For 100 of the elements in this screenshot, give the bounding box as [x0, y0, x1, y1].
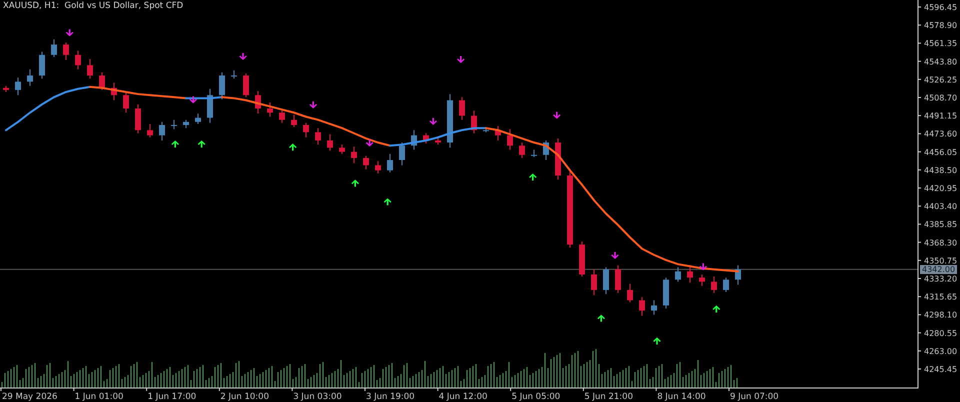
candlestick [507, 128, 513, 150]
candlestick [435, 136, 441, 146]
down-arrow-icon [699, 263, 707, 270]
price-axis-label: 4543.80 [924, 57, 958, 66]
candlestick [579, 241, 585, 278]
candlestick [651, 300, 657, 316]
candlestick [447, 94, 453, 148]
candlestick [735, 264, 741, 286]
candlestick [135, 104, 141, 134]
candlestick [363, 155, 369, 170]
candlestick [279, 109, 285, 124]
candlestick [231, 70, 237, 80]
up-arrow-icon [171, 140, 179, 148]
candlestick [3, 85, 9, 92]
candlestick [519, 142, 525, 158]
price-axis-label: 4420.95 [924, 184, 958, 193]
candlestick [339, 144, 345, 154]
candlestick [411, 130, 417, 150]
down-arrow-icon [366, 140, 374, 147]
candlestick [483, 128, 489, 133]
candlestick [399, 142, 405, 166]
candlestick [495, 126, 501, 141]
down-arrow-icon [309, 101, 317, 108]
current-price-tag: 4342.00 [920, 264, 958, 274]
up-arrow-icon [384, 198, 392, 206]
up-arrow-icon [712, 305, 720, 313]
candlestick [267, 102, 273, 118]
price-axis-label: 4403.40 [924, 202, 958, 212]
down-arrow-icon [189, 96, 197, 104]
price-axis-label: 4561.35 [924, 39, 958, 48]
price-axis-label: 4456.05 [924, 148, 958, 157]
candlestick [99, 72, 105, 90]
candlestick [51, 38, 57, 58]
price-axis-label: 4298.10 [924, 310, 958, 320]
candlestick [351, 146, 357, 164]
candlestick [663, 277, 669, 310]
price-axis-label: 4368.30 [924, 238, 958, 248]
candlestick [291, 114, 297, 128]
up-arrow-icon [289, 144, 297, 151]
candlestick [15, 77, 21, 96]
up-arrow-icon [653, 337, 661, 344]
candlestick [171, 119, 177, 130]
candlestick [147, 123, 153, 138]
candlestick [459, 96, 465, 120]
candlestick [27, 68, 33, 86]
time-axis-label: 1 Jun 17:00 [148, 392, 196, 402]
down-arrow-icon [457, 56, 465, 64]
time-axis-label: 2 Jun 10:00 [220, 392, 269, 402]
candlestick [675, 266, 681, 282]
candlestick [87, 58, 93, 80]
time-axis-label: 4 Jun 12:00 [438, 392, 488, 402]
price-axis-label: 4508.70 [924, 94, 958, 102]
candlestick [723, 277, 729, 293]
candlestick [387, 153, 393, 173]
candlestick [699, 274, 705, 286]
candlestick [531, 149, 537, 158]
candlestick [219, 72, 225, 100]
candlestick [555, 138, 561, 180]
candlestick [207, 88, 213, 124]
chart-title: XAUUSD, H1: Gold vs US Dollar, Spot CFD [3, 1, 184, 11]
price-axis-label: 4491.15 [924, 112, 958, 121]
candlestick [123, 92, 129, 114]
up-arrow-icon [198, 140, 206, 148]
time-axis-label: 3 Jun 19:00 [366, 392, 415, 402]
candlestick [243, 72, 249, 98]
price-axis-label: 4473.60 [924, 130, 958, 139]
price-axis-label: 4350.75 [924, 256, 958, 266]
candlestick [591, 268, 597, 296]
time-axis-label: 5 Jun 21:00 [584, 392, 633, 402]
candlestick [375, 160, 381, 174]
candlestick [603, 266, 609, 295]
candlestick [687, 264, 693, 284]
candlestick [327, 134, 333, 152]
candlestick [639, 296, 645, 316]
candlestick [303, 122, 309, 138]
candlestick [423, 132, 429, 144]
price-axis-label: 4263.00 [924, 346, 958, 356]
time-axis-label: 29 May 2026 [2, 392, 58, 402]
down-arrow-icon [66, 29, 74, 36]
time-axis-label: 5 Jun 05:00 [512, 392, 560, 402]
candlestick [627, 283, 633, 303]
down-arrow-icon [429, 118, 437, 125]
down-arrow-icon [239, 52, 247, 60]
up-arrow-icon [597, 314, 605, 322]
price-axis-label: 4578.90 [924, 21, 958, 30]
candlestick [195, 113, 201, 124]
time-axis-label: 3 Jun 03:00 [293, 392, 342, 402]
candlestick [543, 140, 549, 161]
price-axis-label: 4526.25 [924, 75, 958, 84]
candlestick [711, 276, 717, 294]
down-arrow-icon [611, 252, 619, 260]
time-axis-label: 8 Jun 14:00 [657, 392, 706, 402]
candlestick [159, 121, 165, 141]
candlestick [183, 119, 189, 129]
price-axis-label: 4315.65 [924, 292, 958, 302]
candlestick [63, 42, 69, 61]
time-axis-label: 9 Jun 07:00 [730, 392, 779, 402]
price-axis-label: 4245.45 [924, 365, 958, 374]
candlestick [111, 82, 117, 101]
candlestick [315, 128, 321, 146]
